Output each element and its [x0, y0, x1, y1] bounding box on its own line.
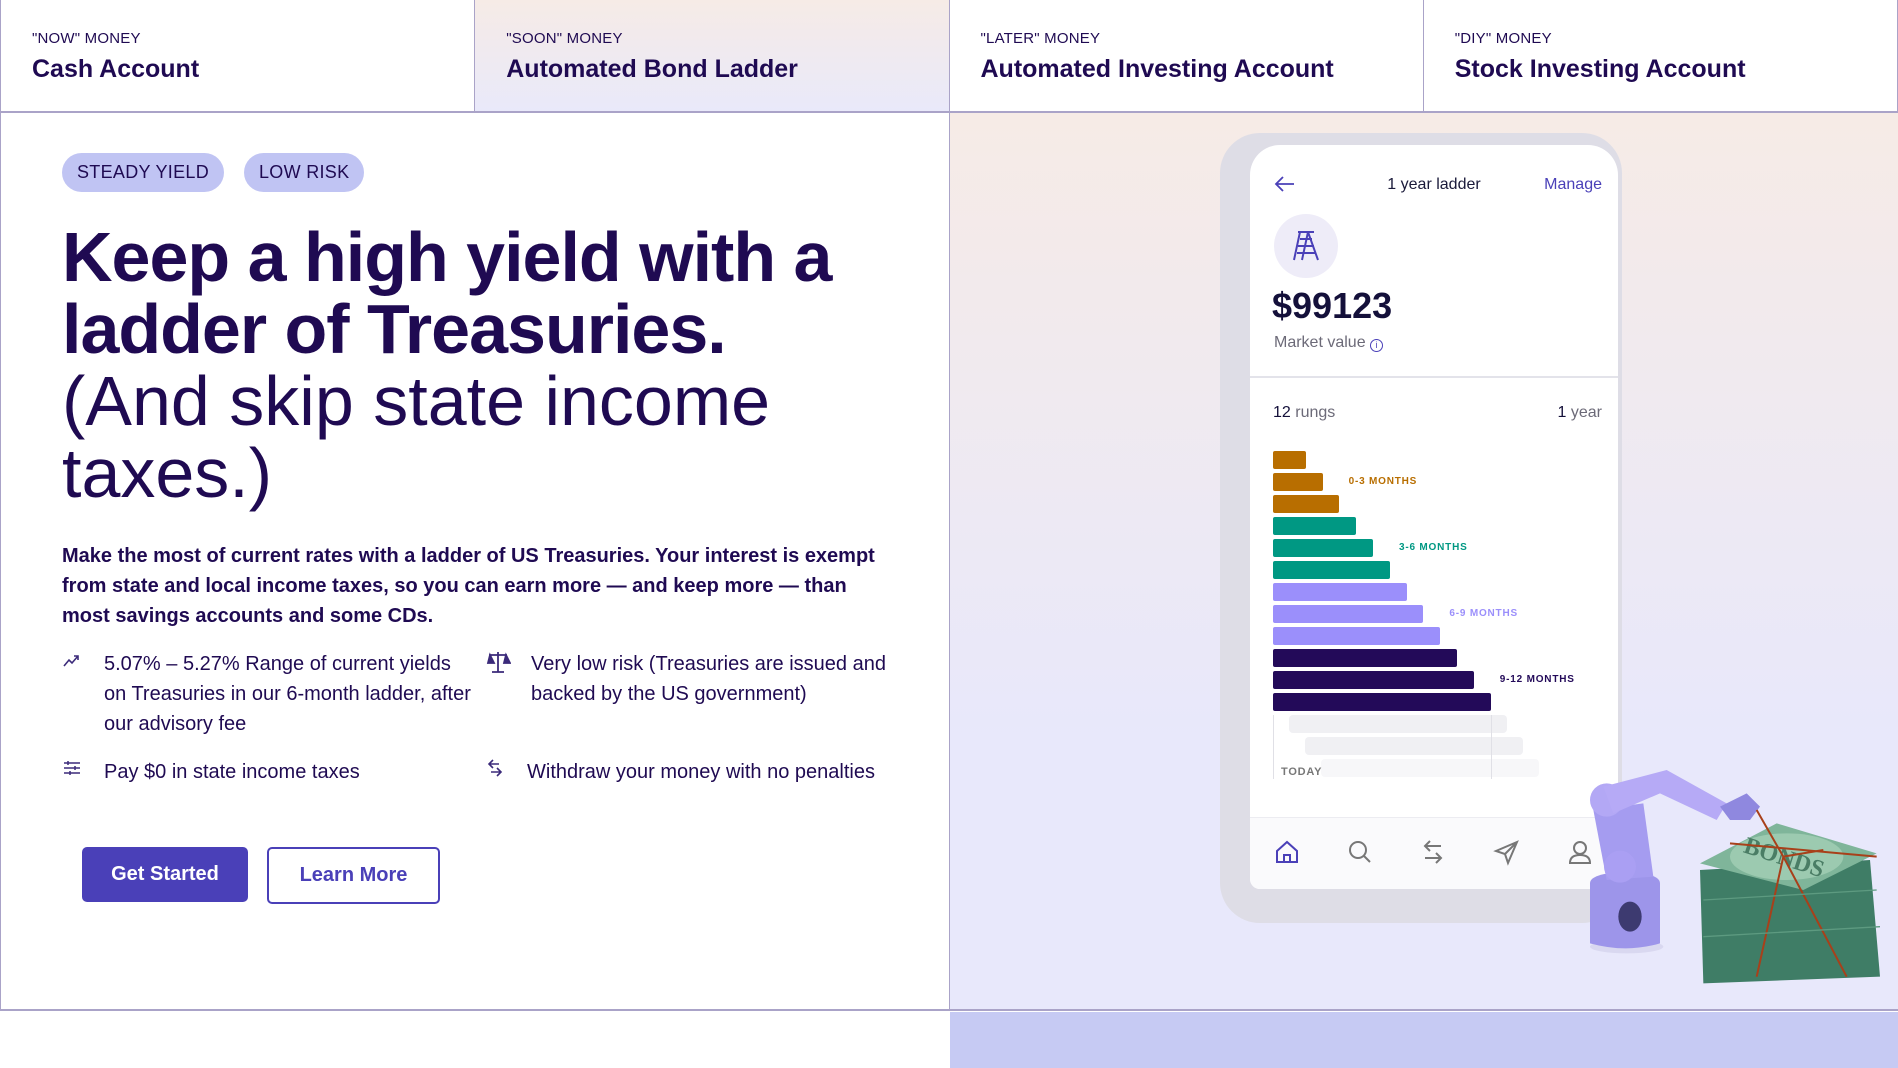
group-label: 6-9 MONTHS [1449, 608, 1518, 619]
rung-bar [1273, 517, 1357, 535]
feature-withdraw: Withdraw your money with no penalties [485, 757, 885, 788]
rung-bar [1273, 451, 1306, 469]
rung-bar [1273, 671, 1474, 689]
tag-list: STEADY YIELD LOW RISK [62, 153, 365, 192]
feature-text: 5.07% – 5.27% Range of current yields on… [104, 653, 471, 735]
future-rung-placeholder [1289, 715, 1507, 733]
tag-steady-yield: STEADY YIELD [62, 153, 224, 192]
rung-bar [1273, 583, 1407, 601]
future-rung-placeholder [1321, 759, 1539, 777]
home-icon[interactable] [1273, 838, 1301, 866]
rung-bar [1273, 561, 1390, 579]
feature-tax: Pay $0 in state income taxes [62, 757, 472, 787]
footer-band [950, 1012, 1898, 1068]
transfer-icon[interactable] [1419, 838, 1447, 866]
swap-arrows-icon [485, 757, 527, 788]
rung-bar [1273, 495, 1340, 513]
tab-title: Stock Investing Account [1454, 55, 1746, 83]
search-icon[interactable] [1346, 838, 1374, 866]
rung-bar [1273, 473, 1323, 491]
trend-up-icon [62, 649, 104, 739]
feature-text: Very low risk (Treasuries are issued and… [531, 653, 886, 705]
headline-light: (And skip state income taxes.) [62, 362, 771, 512]
tab-subtitle: "SOON" MONEY [506, 30, 623, 47]
send-icon[interactable] [1493, 838, 1521, 866]
axis-line [1490, 715, 1492, 779]
headline-bold: Keep a high yield with a ladder of Treas… [62, 218, 832, 368]
rung-bar [1273, 605, 1424, 623]
bottom-nav [1250, 817, 1618, 889]
get-started-button[interactable]: Get Started [82, 847, 248, 902]
scale-icon [485, 649, 531, 709]
rung-bar [1273, 539, 1373, 557]
product-tabs: "NOW" MONEY Cash Account "SOON" MONEY Autom… [0, 0, 1898, 113]
phone-screen: 1 year ladder Manage $99123 Market value… [1250, 145, 1618, 889]
tab-title: Automated Investing Account [980, 55, 1334, 83]
learn-more-button[interactable]: Learn More [267, 847, 440, 904]
tab-automated-bond-ladder[interactable]: "SOON" MONEY Automated Bond Ladder [475, 0, 950, 111]
tag-low-risk: LOW RISK [244, 153, 365, 192]
rung-bar [1273, 649, 1457, 667]
robot-bonds-illustration: BONDS [1590, 770, 1881, 984]
feature-yield: 5.07% – 5.27% Range of current yields on… [62, 649, 472, 739]
feature-risk: Very low risk (Treasuries are issued and… [485, 649, 905, 709]
hero-panel: STEADY YIELD LOW RISK Keep a high yield … [0, 113, 950, 1011]
page-title: Keep a high yield with a ladder of Treas… [62, 221, 942, 509]
rung-bar [1273, 627, 1441, 645]
tab-automated-investing-account[interactable]: "LATER" MONEY Automated Investing Account [950, 0, 1424, 111]
rung-bar [1273, 693, 1491, 711]
group-label: 0-3 MONTHS [1348, 476, 1418, 487]
sliders-icon [62, 757, 104, 787]
tab-title: Cash Account [32, 55, 200, 83]
tab-subtitle: "DIY" MONEY [1454, 30, 1552, 47]
feature-text: Withdraw your money with no penalties [527, 761, 875, 783]
hero-description: Make the most of current rates with a la… [62, 545, 875, 627]
tab-title: Automated Bond Ladder [506, 55, 798, 83]
group-label: 9-12 MONTHS [1499, 674, 1575, 685]
tab-subtitle: "NOW" MONEY [32, 30, 141, 47]
group-label: 3-6 MONTHS [1399, 542, 1468, 553]
tab-subtitle: "LATER" MONEY [980, 30, 1101, 47]
today-label: TODAY [1281, 766, 1323, 778]
tab-cash-account[interactable]: "NOW" MONEY Cash Account [1, 0, 476, 111]
feature-text: Pay $0 in state income taxes [104, 761, 360, 783]
axis-line [1273, 715, 1274, 779]
tab-stock-investing-account[interactable]: "DIY" MONEY Stock Investing Account [1424, 0, 1898, 111]
